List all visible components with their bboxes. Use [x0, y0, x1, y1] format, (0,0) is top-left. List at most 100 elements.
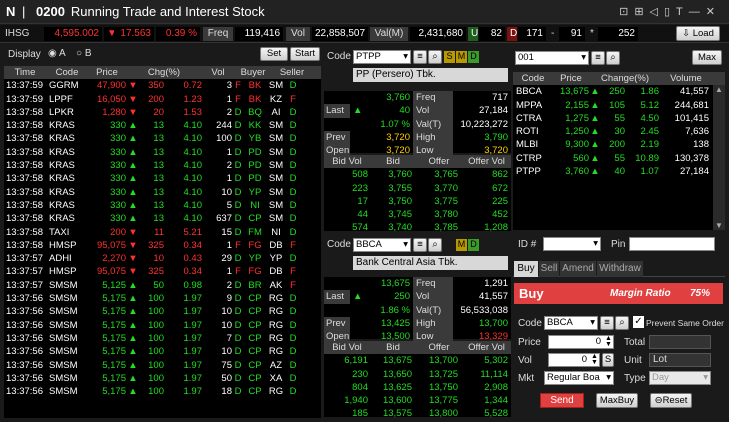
- table-row[interactable]: 13:37:57 ADHI 2,270 ▼ 10 0.43 29 D YP YP D: [4, 252, 321, 265]
- table-row[interactable]: 13:37:57 HMSP 95,075 ▼ 325 0.34 1 F FG DB F: [4, 265, 321, 278]
- watchlist-search-icon[interactable]: ⌕: [606, 51, 620, 65]
- list-item[interactable]: MPPA 2,155▲ 105 5.12 244,681: [513, 99, 725, 112]
- watchlist-list-icon[interactable]: ≡: [591, 51, 605, 65]
- table-row[interactable]: 13:37:58 KRAS 330 ▲ 13 4.10 2 D PD SM D: [4, 159, 321, 172]
- table-row[interactable]: 13:37:58 KRAS 330 ▲ 13 4.10 1 D PD SM D: [4, 146, 321, 159]
- vol-spinner-icon[interactable]: ▲ ▼: [591, 353, 598, 366]
- table-row[interactable]: 13:37:58 TAXI 200 ▼ 11 5.21 15 D FM NI D: [4, 226, 321, 239]
- chevron-down-icon: ▾: [703, 372, 708, 383]
- type-select[interactable]: Day ▾: [649, 371, 711, 385]
- trade-time: 13:37:56: [6, 359, 43, 371]
- pin-input[interactable]: [629, 237, 715, 251]
- q2-list-icon[interactable]: ≡: [413, 238, 427, 252]
- col-buyer: Buyer: [240, 67, 266, 78]
- q1-summary: 3,760 Freq 717 Last ▲ 40 Vol 27,184 1.07 % Val(…: [324, 91, 511, 158]
- table-row[interactable]: 13:37:58 KRAS 330 ▲ 13 4.10 637 D CP SM D: [4, 212, 321, 225]
- q1-code-input[interactable]: PTPP ▾: [353, 50, 411, 64]
- id-select[interactable]: ▾: [543, 237, 601, 251]
- q1-search-icon[interactable]: ⌕: [428, 50, 442, 64]
- q2-code-input[interactable]: BBCA ▾: [353, 238, 411, 252]
- tab-withdraw[interactable]: Withdraw: [597, 261, 643, 277]
- chevron-down-icon: ▾: [403, 51, 408, 62]
- trade-time: 13:37:56: [6, 293, 43, 305]
- table-row[interactable]: 13:37:57 SMSM 5,125 ▲ 50 0.98 2 D BR AK F: [4, 279, 321, 292]
- table-row[interactable]: 13:37:59 GGRM 47,900 ▼ 350 0.72 3 F BK SM D: [4, 79, 321, 92]
- list-item[interactable]: CTRP 560▲ 55 10.89 130,378: [513, 152, 725, 165]
- wl-code: PTPP: [516, 166, 541, 178]
- order-list-icon[interactable]: ≡: [600, 316, 614, 330]
- list-item[interactable]: CTRA 1,275▲ 55 4.50 101,415: [513, 112, 725, 125]
- index-pct: 0.39 %: [156, 27, 200, 41]
- table-row[interactable]: 13:37:58 KRAS 330 ▲ 13 4.10 5 D NI SM D: [4, 199, 321, 212]
- table-row[interactable]: 13:37:56 SMSM 5,175 ▲ 100 1.97 18 D CP RG D: [4, 385, 321, 398]
- watchlist-scrollbar[interactable]: ▲ ▼: [713, 85, 725, 230]
- reset-button[interactable]: ⊖Reset: [650, 393, 692, 408]
- table-row[interactable]: 13:37:59 LPPF 16,050 ▼ 200 1.23 1 F BK KZ F: [4, 93, 321, 106]
- tab-sell[interactable]: Sell: [539, 261, 559, 277]
- scroll-up-icon[interactable]: ▲: [715, 85, 723, 94]
- list-item[interactable]: ROTI 1,250▲ 30 2.45 7,636: [513, 125, 725, 138]
- list-item[interactable]: BBCA 13,675▲ 250 1.86 41,557: [513, 85, 725, 98]
- set-button[interactable]: Set: [260, 47, 288, 61]
- index-change: 17.563: [114, 27, 154, 41]
- q2-d-button[interactable]: D: [468, 239, 479, 251]
- trade-time: 13:37:57: [6, 279, 43, 291]
- table-row[interactable]: 13:37:58 KRAS 330 ▲ 13 4.10 10 D YP SM D: [4, 186, 321, 199]
- display-option-b[interactable]: ○ B: [76, 48, 92, 59]
- quote-panel-1: Code PTPP ▾ ≡ ⌕ S M D PP (Persero) Tbk. 3…: [324, 45, 511, 233]
- trade-price: 330: [110, 160, 126, 172]
- q1-s-button[interactable]: S: [444, 51, 455, 63]
- table-row[interactable]: 13:37:58 KRAS 330 ▲ 13 4.10 100 D YB SM D: [4, 132, 321, 145]
- wl-code: MPPA: [516, 99, 543, 111]
- price-spinner-icon[interactable]: ▲ ▼: [605, 335, 612, 348]
- book-row: 508 3,760 3,765 862: [324, 168, 511, 181]
- table-row[interactable]: 13:37:56 SMSM 5,175 ▲ 100 1.97 9 D CP RG D: [4, 292, 321, 305]
- table-row[interactable]: 13:37:56 SMSM 5,175 ▲ 100 1.97 50 D CP XA D: [4, 372, 321, 385]
- reset-icon: ⊖: [654, 395, 663, 406]
- order-s-button[interactable]: S: [602, 353, 614, 367]
- table-row[interactable]: 13:37:56 SMSM 5,175 ▲ 100 1.97 10 D CP RG D: [4, 305, 321, 318]
- table-row[interactable]: 13:37:56 SMSM 5,175 ▲ 100 1.97 10 D CP RG D: [4, 345, 321, 358]
- wl-volume: 7,636: [685, 126, 709, 138]
- table-row[interactable]: 13:37:58 KRAS 330 ▲ 13 4.10 244 D KK SM D: [4, 119, 321, 132]
- window-controls-icons[interactable]: ⊡⊞◁▯T—✕: [619, 5, 721, 18]
- start-button[interactable]: Start: [290, 47, 320, 61]
- table-row[interactable]: 13:37:58 KRAS 330 ▲ 13 4.10 1 D PD SM D: [4, 172, 321, 185]
- table-row[interactable]: 13:37:56 SMSM 5,175 ▲ 100 1.97 7 D CP RG D: [4, 332, 321, 345]
- trade-seller-type: F: [290, 279, 296, 291]
- table-row[interactable]: 13:37:56 SMSM 5,175 ▲ 100 1.97 75 D CP AZ D: [4, 359, 321, 372]
- max-button[interactable]: Max: [692, 50, 722, 65]
- maxbuy-button[interactable]: MaxBuy: [596, 393, 638, 408]
- up-arrow-icon: ▲: [128, 372, 138, 384]
- trade-pct: 1.97: [183, 359, 203, 371]
- wl-price: 560: [573, 152, 589, 164]
- q2-search-icon[interactable]: ⌕: [428, 238, 442, 252]
- order-search-icon[interactable]: ⌕: [615, 316, 629, 330]
- list-item[interactable]: PTPP 3,760▲ 40 1.07 27,184: [513, 165, 725, 178]
- send-button[interactable]: Send: [540, 393, 584, 408]
- tab-buy[interactable]: Buy: [514, 261, 538, 277]
- q2-last-label: Last: [324, 290, 350, 304]
- trade-buyer: YB: [248, 133, 262, 145]
- list-item[interactable]: MLBI 9,300▲ 200 2.19 138: [513, 138, 725, 151]
- table-row[interactable]: 13:37:58 LPKR 1,280 ▼ 20 1.53 2 D BQ AI D: [4, 106, 321, 119]
- tab-amend[interactable]: Amend: [560, 261, 596, 277]
- trade-price: 5,175: [102, 372, 126, 384]
- book-bid-vol: 223: [352, 182, 368, 194]
- load-button[interactable]: ⇩ Load: [676, 26, 720, 41]
- trade-seller-type: D: [289, 386, 297, 398]
- q1-list-icon[interactable]: ≡: [413, 50, 427, 64]
- trade-vol: 5: [226, 199, 232, 211]
- q1-m-button[interactable]: M: [456, 51, 467, 63]
- order-code-input[interactable]: BBCA ▾: [544, 316, 598, 330]
- mkt-select[interactable]: Regular Boa ▾: [544, 371, 614, 385]
- q2-m-button[interactable]: M: [456, 239, 467, 251]
- display-option-a[interactable]: ◉ A: [48, 48, 66, 59]
- q1-d-button[interactable]: D: [468, 51, 479, 63]
- prevent-checkbox[interactable]: ✓: [633, 316, 644, 328]
- scroll-down-icon[interactable]: ▼: [715, 221, 723, 230]
- trade-change: 13: [153, 133, 164, 145]
- watchlist-input[interactable]: 001 ▾: [515, 51, 589, 65]
- table-row[interactable]: 13:37:58 HMSP 95,075 ▼ 325 0.34 1 F FG DB F: [4, 239, 321, 252]
- table-row[interactable]: 13:37:56 SMSM 5,175 ▲ 100 1.97 10 D CP RG D: [4, 319, 321, 332]
